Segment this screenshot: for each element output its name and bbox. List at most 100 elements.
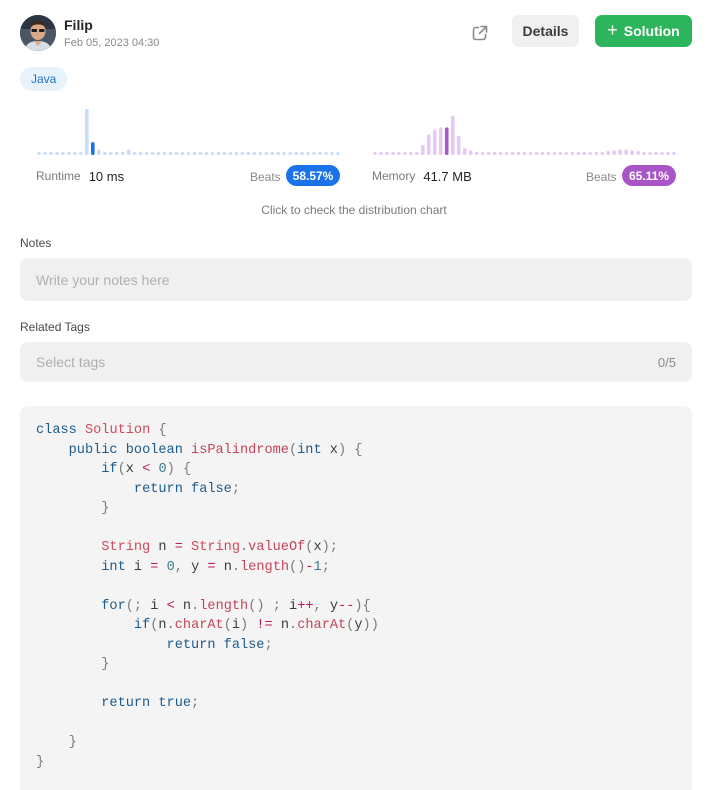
memory-beats-label: Beats [586,170,617,184]
submission-date: Feb 05, 2023 04:30 [64,37,160,49]
runtime-bar-42 [288,152,292,155]
runtime-bar-28 [204,152,209,155]
memory-bar-45 [642,152,646,155]
runtime-bar-41 [282,152,286,155]
runtime-bar-43 [294,152,298,155]
avatar[interactable] [20,15,56,51]
memory-bar-46 [648,152,652,155]
memory-bar-1 [379,152,383,155]
runtime-bar-47 [318,152,322,155]
runtime-bar-40 [276,152,281,155]
memory-bar-29 [546,152,551,155]
tags-count: 0/5 [657,354,676,370]
runtime-bar-7 [79,152,83,155]
runtime-bar-49 [330,152,334,155]
runtime-bar-22 [168,152,173,155]
runtime-bar-30 [216,152,221,155]
runtime-bar-35 [246,152,251,155]
runtime-bar-34 [240,152,245,155]
memory-distribution-chart[interactable] [372,104,677,160]
add-solution-button[interactable]: + Solution [595,15,692,47]
memory-bar-43 [630,150,634,155]
memory-stat: Memory 41.7 MB [372,164,472,188]
runtime-bar-45 [306,152,310,155]
user-name[interactable]: Filip [64,17,93,33]
related-tags-label: Related Tags [20,320,90,334]
memory-bar-28 [540,152,545,155]
memory-bar-13 [450,115,455,155]
runtime-bar-33 [234,152,239,155]
runtime-bar-16 [132,152,137,155]
runtime-value: 10 ms [88,168,125,184]
runtime-bar-4 [61,152,65,155]
memory-bar-35 [582,152,587,155]
memory-bar-44 [636,151,640,155]
runtime-bar-31 [222,152,227,155]
runtime-chart-svg [37,109,340,155]
memory-bar-42 [624,149,628,155]
memory-bar-17 [474,152,479,155]
solution-button-label: Solution [623,23,680,39]
memory-bar-30 [552,152,557,155]
memory-value: 41.7 MB [423,168,472,184]
memory-bar-3 [391,152,395,155]
memory-bar-32 [564,152,569,155]
runtime-bar-23 [174,152,179,155]
memory-label: Memory [372,169,416,183]
runtime-bar-9 [91,142,95,155]
runtime-bar-26 [192,152,197,155]
code-content: class Solution { public boolean isPalind… [36,423,379,770]
notes-input[interactable] [20,258,692,301]
runtime-distribution-chart[interactable] [36,104,341,160]
tags-placeholder: Select tags [36,354,106,370]
memory-bar-47 [654,152,658,155]
language-tag[interactable]: Java [20,67,68,91]
runtime-bar-36 [252,152,257,155]
runtime-bar-50 [336,152,340,155]
runtime-bar-44 [300,152,304,155]
memory-bar-40 [612,150,617,155]
memory-bar-0 [373,152,377,155]
runtime-bar-32 [228,152,233,155]
memory-bar-5 [403,152,407,155]
memory-bar-34 [576,152,581,155]
memory-bar-38 [600,152,605,155]
memory-bar-6 [409,152,413,155]
runtime-bar-46 [312,152,316,155]
memory-bar-2 [385,152,389,155]
memory-bar-50 [672,152,676,155]
tags-select[interactable]: Select tags 0/5 [20,342,692,382]
memory-bar-12 [444,127,449,155]
runtime-bar-2 [49,152,53,155]
memory-bar-24 [516,152,521,155]
runtime-bar-15 [126,149,131,155]
distribution-chart-hint[interactable]: Click to check the distribution chart [0,203,708,217]
memory-bar-23 [510,152,515,155]
memory-bar-49 [666,152,670,155]
memory-chart-svg [373,115,676,155]
memory-bar-36 [588,152,593,155]
memory-bar-31 [558,152,563,155]
memory-bar-26 [528,152,533,155]
code-block[interactable]: class Solution { public boolean isPalind… [20,406,692,790]
runtime-bar-5 [67,152,71,155]
memory-bar-39 [606,151,611,155]
runtime-bar-20 [156,152,161,155]
share-button[interactable] [468,21,492,45]
solution-header: Filip Feb 05, 2023 04:30 Details + Solut… [20,14,692,54]
runtime-bar-21 [162,152,167,155]
runtime-bar-11 [102,152,107,155]
share-icon [472,25,488,41]
memory-bar-37 [594,152,599,155]
runtime-bar-17 [138,152,143,155]
runtime-bar-48 [324,152,328,155]
details-button[interactable]: Details [512,15,579,47]
memory-bar-41 [618,149,622,155]
runtime-beats-label: Beats [250,170,281,184]
runtime-label: Runtime [36,169,81,183]
runtime-bar-8 [85,109,89,155]
runtime-bar-37 [258,152,263,155]
memory-bar-21 [498,152,503,155]
runtime-bar-25 [186,152,191,155]
memory-bar-19 [486,152,491,155]
